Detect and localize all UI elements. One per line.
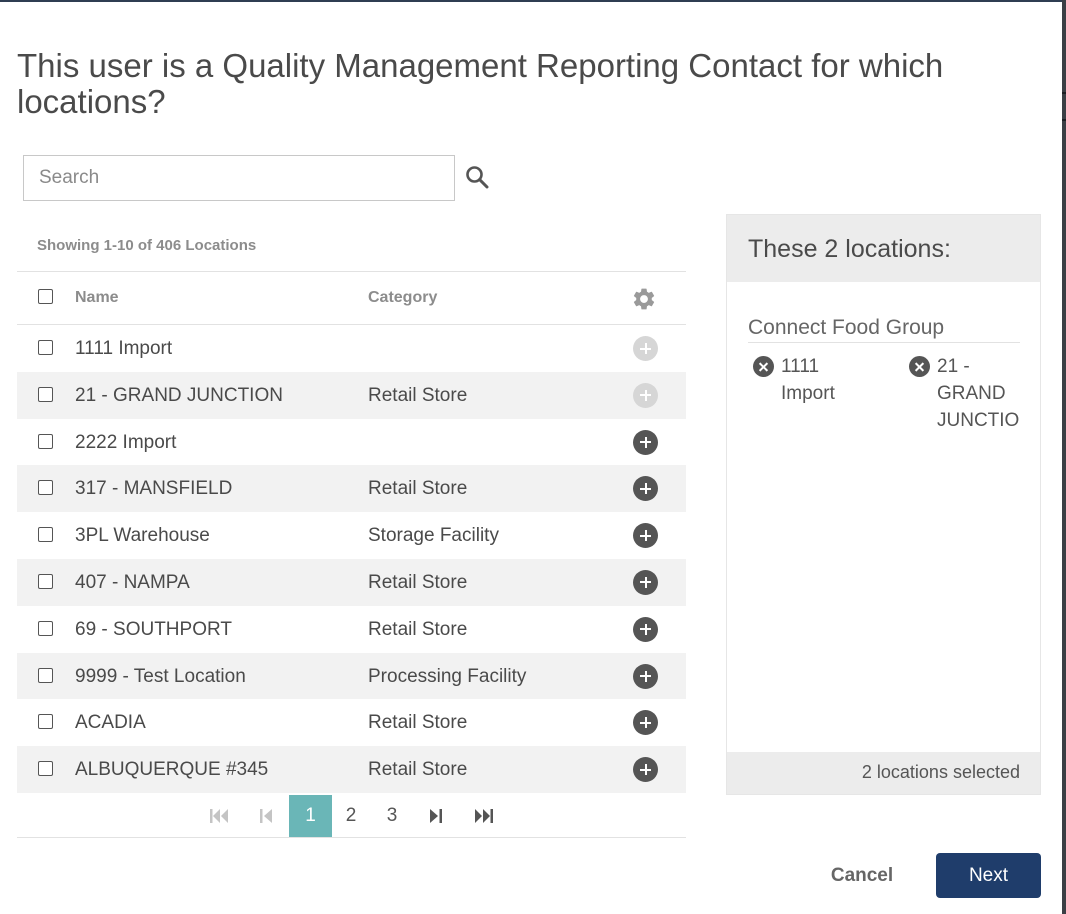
dialog-top-border (0, 0, 1062, 2)
prev-page-button[interactable] (255, 795, 279, 837)
add-location-icon[interactable] (633, 757, 658, 783)
row-checkbox[interactable] (38, 433, 53, 449)
location-name: 21 - GRAND JUNCTION (75, 384, 283, 406)
prev-page-icon (260, 809, 272, 823)
location-category: Retail Store (368, 571, 468, 593)
add-location-icon[interactable] (633, 569, 658, 595)
location-name: 317 - MANSFIELD (75, 478, 233, 500)
location-name: 407 - NAMPA (75, 571, 190, 593)
search-icon (466, 166, 489, 189)
location-category: Processing Facility (368, 665, 527, 687)
selected-location-chip: 21 - GRAND JUNCTION (909, 353, 1020, 443)
location-name: 3PL Warehouse (75, 525, 210, 547)
selected-locations-panel: These 2 locations: Connect Food Group 11… (726, 214, 1041, 795)
location-name: ALBUQUERQUE #345 (75, 759, 269, 781)
location-category: Retail Store (368, 618, 468, 640)
next-button[interactable]: Next (936, 853, 1041, 898)
row-checkbox[interactable] (38, 573, 53, 589)
search-button[interactable] (463, 163, 491, 191)
table-header: Name Category (17, 271, 686, 325)
next-page-button[interactable] (423, 795, 447, 837)
remove-location-icon[interactable] (753, 356, 774, 377)
location-category: Retail Store (368, 759, 468, 781)
add-location-icon[interactable] (633, 523, 658, 549)
modal-backdrop (1062, 0, 1066, 914)
first-page-icon (210, 809, 228, 823)
remove-location-icon[interactable] (909, 356, 930, 377)
selected-location-label: 21 - GRAND JUNCTION (937, 356, 1020, 431)
location-category: Retail Store (368, 478, 468, 500)
locations-table: Name Category 1111 Import 21 - GRAND JUN… (17, 271, 686, 793)
page-1[interactable]: 1 (289, 795, 332, 837)
selected-heading: These 2 locations: (727, 215, 1040, 282)
gear-icon[interactable] (631, 286, 657, 312)
page-2[interactable]: 2 (338, 795, 364, 837)
table-row: 1111 Import (17, 325, 686, 372)
page-3[interactable]: 3 (379, 795, 405, 837)
table-row: 407 - NAMPA Retail Store (17, 558, 686, 606)
group-name: Connect Food Group (748, 316, 1020, 343)
column-header-category[interactable]: Category (368, 289, 437, 307)
selected-count: 2 locations selected (727, 752, 1040, 794)
row-checkbox[interactable] (38, 340, 53, 355)
row-checkbox[interactable] (38, 761, 53, 777)
search-input[interactable] (23, 155, 455, 201)
table-row: 2222 Import (17, 419, 686, 466)
column-header-name[interactable]: Name (75, 289, 119, 307)
location-name: 1111 Import (75, 338, 173, 359)
table-row: 3PL Warehouse Storage Facility (17, 512, 686, 559)
table-row: 69 - SOUTHPORT Retail Store (17, 606, 686, 653)
row-checkbox[interactable] (38, 714, 53, 730)
row-checkbox[interactable] (38, 667, 53, 683)
selected-location-label: 1111 Import (781, 356, 835, 404)
add-location-icon[interactable] (633, 336, 658, 361)
add-location-icon[interactable] (633, 429, 658, 455)
location-name: 9999 - Test Location (75, 665, 246, 687)
row-checkbox[interactable] (38, 480, 53, 496)
add-location-icon[interactable] (633, 382, 658, 408)
location-name: 69 - SOUTHPORT (75, 618, 232, 640)
location-category: Storage Facility (368, 525, 499, 547)
row-checkbox[interactable] (38, 620, 53, 636)
table-row: 21 - GRAND JUNCTION Retail Store (17, 371, 686, 419)
add-location-icon[interactable] (633, 710, 658, 736)
add-location-icon[interactable] (633, 476, 658, 502)
table-row: ALBUQUERQUE #345 Retail Store (17, 746, 686, 793)
location-category: Retail Store (368, 712, 468, 734)
pagination: 1 2 3 (17, 795, 686, 838)
add-location-icon[interactable] (633, 616, 658, 642)
next-page-icon (430, 809, 442, 823)
table-row: 317 - MANSFIELD Retail Store (17, 465, 686, 513)
cancel-button[interactable]: Cancel (812, 853, 912, 898)
table-row: ACADIA Retail Store (17, 699, 686, 746)
row-checkbox[interactable] (38, 386, 53, 402)
location-name: ACADIA (75, 712, 146, 734)
location-name: 2222 Import (75, 431, 177, 453)
location-category: Retail Store (368, 384, 468, 406)
results-count: Showing 1-10 of 406 Locations (37, 237, 257, 254)
dialog-title: This user is a Quality Management Report… (17, 47, 944, 120)
last-page-button[interactable] (470, 795, 496, 837)
select-all-checkbox[interactable] (38, 289, 53, 304)
row-checkbox[interactable] (38, 527, 53, 543)
first-page-button[interactable] (207, 795, 233, 837)
table-row: 9999 - Test Location Processing Facility (17, 652, 686, 700)
add-location-icon[interactable] (633, 663, 658, 689)
last-page-icon (475, 809, 493, 823)
